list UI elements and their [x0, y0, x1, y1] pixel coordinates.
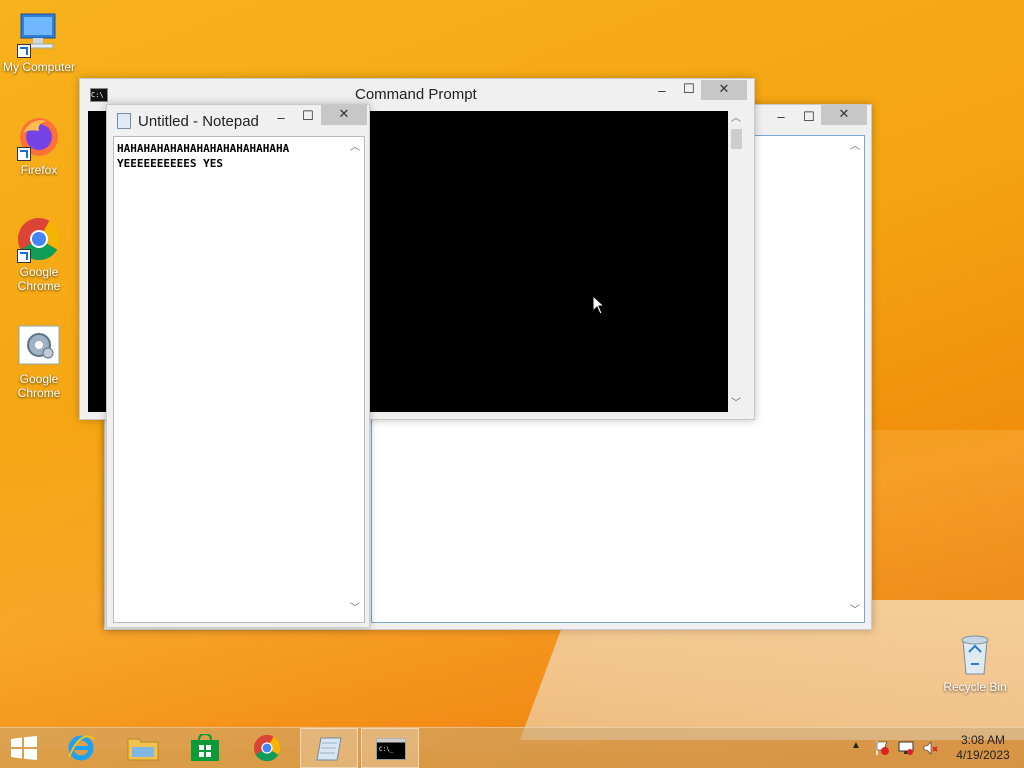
scroll-up-icon[interactable]: ︿: [728, 111, 744, 127]
cmd-title: Command Prompt: [355, 86, 477, 103]
taskbar-file-explorer[interactable]: [114, 728, 172, 768]
vertical-scrollbar[interactable]: ︿ ﹀: [847, 137, 863, 621]
scroll-up-icon[interactable]: ︿: [347, 140, 363, 156]
internet-explorer-icon: [68, 735, 95, 761]
chrome-icon: [15, 215, 63, 263]
scroll-thumb[interactable]: [731, 129, 742, 149]
desktop-icon-google-chrome-settings[interactable]: Google Chrome: [1, 322, 77, 400]
clock[interactable]: 3:08 AM 4/19/2023: [948, 733, 1018, 763]
notepad-title: Untitled - Notepad: [138, 113, 259, 130]
desktop-icon-recycle-bin[interactable]: Recycle Bin: [937, 630, 1013, 694]
cmd-scrollbar[interactable]: ︿ ﹀: [728, 111, 744, 412]
notepad-maximize-button[interactable]: ☐: [294, 107, 322, 127]
cmd-close-button[interactable]: ✕: [701, 80, 747, 100]
scroll-up-icon[interactable]: ︿: [847, 139, 863, 155]
computer-icon: [15, 10, 63, 58]
taskbar-command-prompt[interactable]: C:\_: [361, 728, 419, 768]
desktop-icon-label: Google Chrome: [17, 265, 61, 293]
minimize-button[interactable]: –: [767, 108, 795, 128]
close-button[interactable]: ✕: [821, 105, 867, 125]
notepad-line: HAHAHAHAHAHAHAHAHAHAHAHAHA: [117, 142, 290, 155]
firefox-icon: [15, 113, 63, 161]
desktop-icon-label: Firefox: [20, 163, 58, 177]
notepad-line: YEEEEEEEEEES YES: [117, 157, 223, 170]
desktop-icon-google-chrome[interactable]: Google Chrome: [1, 215, 77, 293]
folder-icon: [127, 738, 159, 761]
notepad-icon: [316, 737, 342, 761]
taskbar-notepad[interactable]: [300, 728, 358, 768]
show-hidden-icons-icon[interactable]: ▲: [851, 740, 861, 751]
taskbar-chrome[interactable]: [238, 728, 296, 768]
desktop-icon-label: My Computer: [2, 60, 76, 74]
chrome-icon: [253, 734, 281, 762]
desktop-icon-label: Google Chrome: [17, 372, 61, 400]
mouse-cursor-icon: [592, 295, 606, 315]
notepad-close-button[interactable]: ✕: [321, 105, 367, 125]
clock-date: 4/19/2023: [956, 748, 1010, 762]
notepad-icon: [117, 113, 131, 129]
store-icon: [191, 734, 219, 761]
cmd-maximize-button[interactable]: ☐: [675, 80, 703, 100]
start-button[interactable]: [0, 728, 58, 768]
notepad-scrollbar[interactable]: ︿ ﹀: [347, 138, 363, 619]
desktop-icon-firefox[interactable]: Firefox: [1, 113, 77, 177]
clock-time: 3:08 AM: [960, 733, 1006, 747]
cmd-icon: C:\: [90, 88, 108, 102]
recycle-bin-icon: [951, 630, 999, 678]
scroll-down-icon[interactable]: ﹀: [347, 601, 363, 617]
action-center-flag-icon[interactable]: [874, 740, 890, 756]
desktop-icon-label: Recycle Bin: [943, 680, 1007, 694]
notepad-titlebar[interactable]: Untitled - Notepad – ☐ ✕: [107, 105, 369, 135]
notepad-window[interactable]: Untitled - Notepad – ☐ ✕ HAHAHAHAHAHAHAH…: [106, 104, 370, 628]
windows-logo-icon: [11, 736, 37, 760]
cmd-minimize-button[interactable]: –: [648, 82, 676, 102]
volume-muted-icon[interactable]: [922, 740, 938, 756]
command-prompt-icon: C:\_: [376, 738, 406, 760]
taskbar: C:\_ ▲ 3:08 AM 4/19/2023: [0, 727, 1024, 768]
network-icon[interactable]: [898, 740, 914, 756]
desktop-icon-my-computer[interactable]: My Computer: [1, 10, 77, 74]
taskbar-store[interactable]: [176, 728, 234, 768]
taskbar-internet-explorer[interactable]: [52, 728, 110, 768]
svg-text:C:\_: C:\_: [379, 746, 394, 753]
notepad-minimize-button[interactable]: –: [267, 109, 295, 129]
notepad-text-area[interactable]: HAHAHAHAHAHAHAHAHAHAHAHAHA YEEEEEEEEEES …: [113, 136, 365, 623]
scroll-down-icon[interactable]: ﹀: [728, 396, 744, 412]
scroll-down-icon[interactable]: ﹀: [847, 603, 863, 619]
settings-gear-icon: [15, 322, 63, 370]
maximize-button[interactable]: ☐: [795, 108, 823, 128]
